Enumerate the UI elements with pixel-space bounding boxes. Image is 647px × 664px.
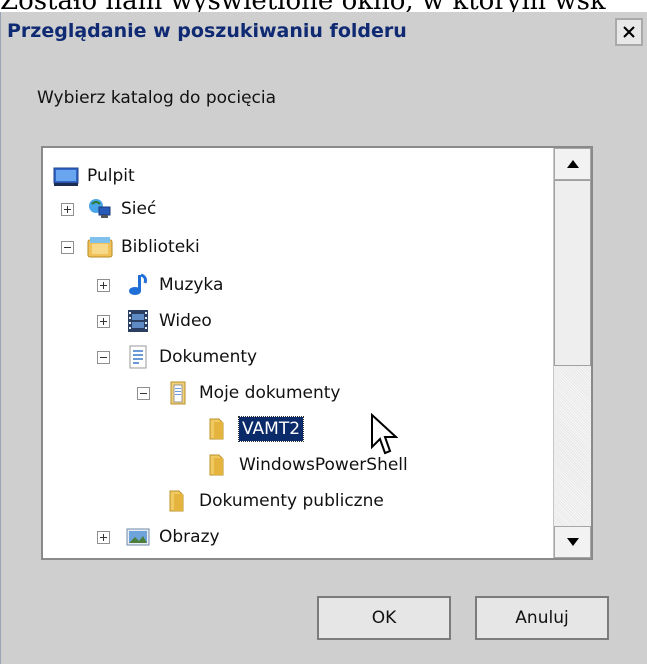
folder-icon [205, 452, 231, 478]
music-icon [125, 272, 151, 298]
dialog-title: Przeglądanie w poszukiwaniu folderu [7, 20, 407, 42]
tree-item-label: Obrazy [159, 527, 220, 547]
tree-item-siec[interactable]: Sieć [61, 193, 156, 225]
scroll-up-button[interactable] [554, 148, 591, 180]
tree-scrollbar[interactable] [553, 148, 591, 558]
arrow-down-icon [566, 538, 579, 546]
tree-item-label: Dokumenty [159, 347, 258, 367]
tree-item-muzyka[interactable]: Muzyka [97, 269, 223, 301]
tree-item-biblioteki[interactable]: Biblioteki [61, 231, 200, 263]
tree-item-wideo[interactable]: Wideo [97, 305, 212, 337]
documents-icon [125, 344, 151, 370]
folder-tree[interactable]: Pulpit Sieć Biblioteki Muzyka Wideo Doku… [41, 146, 593, 560]
folder-icon [165, 380, 191, 406]
tree-item-windowspowershell[interactable]: WindowsPowerShell [205, 449, 408, 481]
collapse-toggle[interactable] [137, 387, 150, 400]
network-icon [87, 196, 113, 222]
close-icon [623, 26, 635, 38]
collapse-toggle[interactable] [97, 351, 110, 364]
close-button[interactable] [615, 18, 643, 46]
pictures-icon [125, 524, 151, 550]
scroll-thumb[interactable] [554, 180, 591, 366]
tree-item-label: Wideo [159, 311, 212, 331]
libraries-icon [87, 234, 113, 260]
tree-item-label: Sieć [121, 199, 157, 219]
tree-item-label: Biblioteki [121, 237, 200, 257]
cancel-button[interactable]: Anuluj [475, 596, 609, 640]
video-icon [125, 308, 151, 334]
desktop-icon [53, 163, 79, 189]
arrow-up-icon [566, 160, 579, 168]
title-bar: Przeglądanie w poszukiwaniu folderu [1, 12, 647, 54]
tree-item-moje-dokumenty[interactable]: Moje dokumenty [137, 377, 340, 409]
collapse-toggle[interactable] [61, 241, 74, 254]
tree-item-label: WindowsPowerShell [239, 455, 408, 475]
background-document-text: Zostało nam wyświetlone okno, w którym w… [0, 0, 647, 12]
tree-item-obrazy[interactable]: Obrazy [97, 521, 220, 553]
expand-toggle[interactable] [97, 531, 110, 544]
tree-item-label: Dokumenty publiczne [199, 491, 384, 511]
tree-item-pulpit[interactable]: Pulpit [53, 160, 135, 192]
tree-item-dokumenty-publiczne[interactable]: Dokumenty publiczne [165, 485, 384, 517]
ok-button[interactable]: OK [317, 596, 451, 640]
tree-item-label: Pulpit [87, 166, 135, 186]
browse-for-folder-dialog: Przeglądanie w poszukiwaniu folderu Wybi… [0, 12, 647, 664]
tree-item-dokumenty[interactable]: Dokumenty [97, 341, 257, 373]
expand-toggle[interactable] [61, 203, 74, 216]
folder-icon [165, 488, 191, 514]
tree-item-label: Muzyka [159, 275, 224, 295]
tree-item-label: Moje dokumenty [199, 383, 341, 403]
folder-icon [205, 416, 231, 442]
tree-item-vamt2[interactable]: VAMT2 [205, 413, 305, 445]
expand-toggle[interactable] [97, 279, 110, 292]
selected-folder-label: VAMT2 [237, 416, 305, 442]
dialog-prompt: Wybierz katalog do pocięcia [37, 88, 277, 108]
scroll-down-button[interactable] [554, 526, 591, 558]
expand-toggle[interactable] [97, 315, 110, 328]
